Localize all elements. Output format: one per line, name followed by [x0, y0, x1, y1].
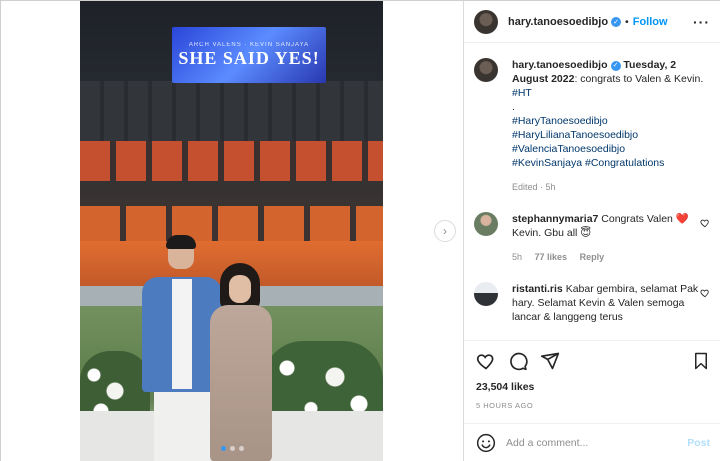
- bookmark-icon[interactable]: [692, 351, 710, 371]
- stadium-seats-upper: [80, 141, 383, 181]
- comment-item: stephannymaria7 Congrats Valen ❤️ Kevin.…: [474, 212, 712, 264]
- caption-text: : congrats to Valen & Kevin.: [574, 73, 704, 85]
- share-icon[interactable]: [540, 351, 560, 371]
- verified-badge-icon: ✓: [611, 16, 622, 27]
- post-media-area: ARCH VALENS · KEVIN SANJAYA SHE SAID YES…: [1, 1, 463, 461]
- caption: hary.tanoesoedibjo ✓ Tuesday, 2 August 20…: [474, 58, 712, 194]
- hashtag-link[interactable]: #KevinSanjaya: [512, 157, 582, 169]
- comment-text: Kevin. Gbu all: [512, 227, 581, 239]
- header-username[interactable]: hary.tanoesoedibjo: [508, 16, 608, 28]
- avatar[interactable]: [474, 58, 498, 82]
- carousel-next-button[interactable]: ›: [434, 220, 456, 242]
- post-time-ago: 5 HOURS AGO: [476, 401, 534, 410]
- stadium-screen: ARCH VALENS · KEVIN SANJAYA SHE SAID YES…: [172, 27, 326, 83]
- comment-username[interactable]: ristanti.ris: [512, 283, 563, 295]
- heart-emoji: ❤️: [675, 213, 689, 225]
- caption-dot-line: .: [512, 101, 515, 113]
- reply-button[interactable]: Reply: [580, 252, 605, 262]
- carousel-dot: [221, 446, 226, 451]
- comment-item: ristanti.ris Kabar gembira, selamat Pak …: [474, 282, 712, 324]
- stadium-upper-stand: [80, 81, 383, 141]
- hashtag-link[interactable]: #Congratulations: [585, 157, 664, 169]
- hashtag-link[interactable]: #HT: [512, 87, 532, 99]
- carousel-indicator: [221, 446, 244, 451]
- stadium-seats-middle: [80, 206, 383, 246]
- comment-icon[interactable]: [508, 351, 528, 371]
- avatar[interactable]: [474, 282, 498, 306]
- chevron-right-icon: ›: [443, 224, 447, 238]
- hashtag-link[interactable]: #HaryTanoesoedibjo: [512, 114, 712, 128]
- post-photo[interactable]: ARCH VALENS · KEVIN SANJAYA SHE SAID YES…: [80, 1, 383, 461]
- more-options-icon[interactable]: ···: [693, 14, 710, 30]
- comment-text: Congrats Valen: [598, 213, 673, 225]
- post-header: hary.tanoesoedibjo ✓ • Follow ···: [464, 1, 720, 43]
- follow-button[interactable]: Follow: [633, 16, 668, 28]
- avatar[interactable]: [474, 9, 498, 34]
- post-actions-bar: [464, 340, 720, 380]
- smiling-face-halo-emoji: 😇: [580, 227, 592, 239]
- hashtag-link[interactable]: #HaryLilianaTanoesoedibjo: [512, 128, 712, 142]
- instagram-post-modal: ARCH VALENS · KEVIN SANJAYA SHE SAID YES…: [0, 0, 720, 461]
- comment-username[interactable]: stephannymaria7: [512, 213, 598, 225]
- heart-icon[interactable]: [476, 351, 496, 371]
- screen-text: SHE SAID YES!: [178, 47, 320, 68]
- carousel-dot: [239, 446, 244, 451]
- hashtag-link[interactable]: #ValenciaTanoesoedibjo: [512, 142, 712, 156]
- add-comment-bar: Post: [464, 423, 720, 461]
- verified-badge-icon: ✓: [610, 61, 621, 71]
- header-separator: •: [625, 15, 629, 28]
- woman-figure: [210, 263, 282, 461]
- avatar[interactable]: [474, 212, 498, 236]
- comment-meta: 5h 77 likes Reply: [512, 250, 702, 264]
- screen-subtext: ARCH VALENS · KEVIN SANJAYA: [188, 41, 310, 48]
- comment-input[interactable]: [506, 437, 688, 449]
- comments-scroll-area[interactable]: hary.tanoesoedibjo ✓ Tuesday, 2 August 20…: [464, 44, 720, 340]
- comment-likes[interactable]: 77 likes: [535, 252, 568, 262]
- likes-count[interactable]: 23,504 likes: [476, 381, 534, 393]
- like-comment-heart-icon[interactable]: [700, 288, 710, 298]
- caption-username[interactable]: hary.tanoesoedibjo: [512, 59, 608, 71]
- post-side-panel: hary.tanoesoedibjo ✓ • Follow ··· hary.t…: [463, 1, 720, 461]
- caption-meta: Edited · 5h: [512, 182, 556, 192]
- emoji-icon[interactable]: [476, 433, 496, 453]
- comment-time: 5h: [512, 252, 523, 262]
- like-comment-heart-icon[interactable]: [700, 218, 710, 228]
- carousel-dot: [230, 446, 235, 451]
- post-comment-button[interactable]: Post: [687, 437, 710, 449]
